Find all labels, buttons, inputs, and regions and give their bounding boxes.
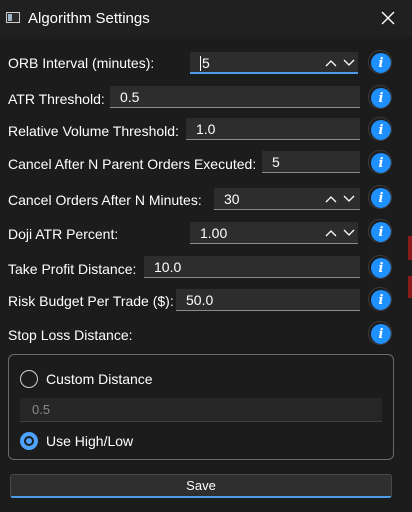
info-icon: i (378, 155, 384, 171)
chevron-down-icon (343, 195, 355, 202)
info-icon: i (378, 122, 384, 138)
cancel-after-parent-field[interactable]: 5 (262, 151, 360, 173)
take-profit-info-button[interactable]: i (368, 255, 392, 279)
chevron-down-icon (343, 59, 355, 66)
info-icon: i (378, 260, 384, 276)
custom-distance-field[interactable]: 0.5 (20, 398, 382, 422)
atr-threshold-info-button[interactable]: i (368, 85, 392, 109)
info-icon: i (378, 292, 384, 308)
stop-loss-label: Stop Loss Distance: (8, 327, 133, 343)
background-window-edge (408, 236, 412, 260)
background-window-edge (408, 276, 412, 298)
cancel-after-minutes-up-button[interactable] (322, 188, 340, 210)
info-icon: i (378, 90, 384, 106)
orb-interval-value: 5 (202, 55, 210, 71)
orb-interval-down-button[interactable] (340, 52, 358, 74)
title-bar: Algorithm Settings (0, 0, 412, 36)
orb-interval-label: ORB Interval (minutes): (8, 55, 155, 71)
cancel-after-parent-value: 5 (272, 154, 280, 170)
orb-interval-up-button[interactable] (322, 52, 340, 74)
custom-distance-radio[interactable] (20, 370, 38, 388)
cancel-after-minutes-info-button[interactable]: i (368, 185, 392, 209)
cancel-after-minutes-down-button[interactable] (340, 188, 358, 210)
take-profit-label: Take Profit Distance: (8, 261, 137, 277)
risk-budget-info-button[interactable]: i (368, 287, 392, 311)
doji-atr-value: 1.00 (200, 225, 228, 241)
use-high-low-radio[interactable] (20, 432, 38, 450)
atr-threshold-label: ATR Threshold: (8, 91, 105, 107)
rel-volume-info-button[interactable]: i (368, 117, 392, 141)
doji-atr-down-button[interactable] (340, 222, 358, 244)
stop-loss-info-button[interactable]: i (368, 321, 392, 345)
close-button[interactable] (372, 4, 404, 32)
cancel-after-minutes-spin (322, 188, 358, 210)
doji-atr-info-button[interactable]: i (368, 219, 392, 243)
cancel-after-minutes-label: Cancel Orders After N Minutes: (8, 192, 202, 208)
orb-interval-spinbox[interactable]: 5 (190, 52, 358, 74)
rel-volume-value: 1.0 (196, 121, 216, 137)
info-icon: i (378, 326, 384, 342)
info-icon: i (378, 55, 384, 71)
doji-atr-label: Doji ATR Percent: (8, 226, 119, 242)
info-icon: i (378, 190, 384, 206)
chevron-down-icon (343, 229, 355, 236)
orb-interval-spin (322, 52, 358, 74)
doji-atr-up-button[interactable] (322, 222, 340, 244)
take-profit-field[interactable]: 10.0 (144, 256, 360, 278)
doji-atr-spinbox[interactable]: 1.00 (190, 222, 358, 244)
cancel-after-minutes-spinbox[interactable]: 30 (214, 188, 360, 210)
cancel-after-minutes-value: 30 (224, 191, 240, 207)
rel-volume-field[interactable]: 1.0 (186, 118, 360, 140)
chevron-up-icon (325, 196, 337, 203)
rel-volume-label: Relative Volume Threshold: (8, 123, 179, 139)
window-icon (6, 12, 20, 23)
atr-threshold-value: 0.5 (120, 89, 140, 105)
save-button[interactable]: Save (10, 474, 392, 498)
risk-budget-field[interactable]: 50.0 (176, 289, 360, 311)
doji-atr-spin (322, 222, 358, 244)
atr-threshold-field[interactable]: 0.5 (110, 86, 360, 108)
take-profit-value: 10.0 (154, 259, 182, 275)
close-icon (381, 11, 395, 25)
cancel-after-parent-label: Cancel After N Parent Orders Executed: (8, 156, 257, 172)
cancel-after-parent-info-button[interactable]: i (368, 150, 392, 174)
risk-budget-label: Risk Budget Per Trade ($): (8, 293, 174, 309)
risk-budget-value: 50.0 (186, 292, 214, 308)
custom-distance-label[interactable]: Custom Distance (46, 371, 153, 387)
chevron-up-icon (325, 230, 337, 237)
chevron-up-icon (325, 60, 337, 67)
window-title: Algorithm Settings (28, 10, 150, 27)
text-caret (200, 56, 201, 71)
use-high-low-label[interactable]: Use High/Low (46, 433, 133, 449)
orb-interval-info-button[interactable]: i (368, 50, 392, 74)
info-icon: i (378, 224, 384, 240)
